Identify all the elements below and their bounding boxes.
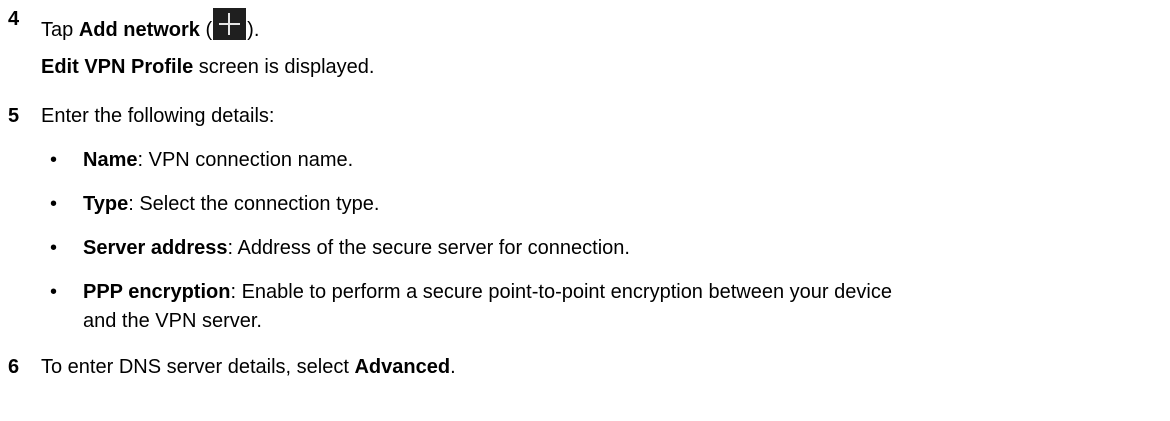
step-number-6: 6: [8, 356, 20, 378]
advanced-label: Advanced: [354, 356, 451, 378]
bullet-label: PPP encryption: [83, 281, 231, 303]
bullet-label: Server address: [83, 237, 228, 259]
step-4-prefix: Tap: [41, 19, 79, 41]
bullet-type: Type: Select the connection type.: [83, 193, 379, 216]
bullet-ppp-encryption: PPP encryption: Enable to perform a secu…: [83, 281, 892, 304]
bullet-marker: •: [50, 237, 58, 259]
bullet-desc: : Select the connection type.: [128, 193, 380, 215]
bullet-marker: •: [50, 149, 58, 171]
step-6-prefix: To enter DNS server details, select: [41, 356, 355, 378]
bullet-desc: : Enable to perform a secure point-to-po…: [230, 281, 892, 303]
step-4-result: Edit VPN Profile screen is displayed.: [41, 56, 374, 79]
open-paren: (: [199, 19, 213, 41]
bullet-desc: : Address of the secure server for conne…: [227, 237, 630, 259]
bullet-name: Name: VPN connection name.: [83, 149, 353, 172]
bullet-server-address: Server address: Address of the secure se…: [83, 237, 630, 260]
bullet-marker: •: [50, 281, 58, 303]
bullet-marker: •: [50, 193, 58, 215]
step-4-instruction: Tap Add network ().: [41, 8, 259, 42]
bullet-label: Type: [83, 193, 129, 215]
step-5-instruction: Enter the following details:: [41, 105, 275, 127]
step-6-instruction: To enter DNS server details, select Adva…: [41, 356, 456, 379]
bullet-label: Name: [83, 149, 138, 171]
bullet-desc: : VPN connection name.: [137, 149, 354, 171]
step-number-4: 4: [8, 8, 20, 30]
step-6-suffix: .: [450, 356, 456, 378]
plus-icon: [213, 8, 247, 40]
step-4-result-text: screen is displayed.: [193, 56, 375, 78]
add-network-label: Add network: [78, 19, 200, 41]
edit-vpn-profile-label: Edit VPN Profile: [41, 56, 194, 78]
bullet-ppp-encryption-continuation: and the VPN server.: [83, 310, 262, 332]
close-paren: ).: [247, 19, 260, 41]
step-number-5: 5: [8, 105, 20, 127]
